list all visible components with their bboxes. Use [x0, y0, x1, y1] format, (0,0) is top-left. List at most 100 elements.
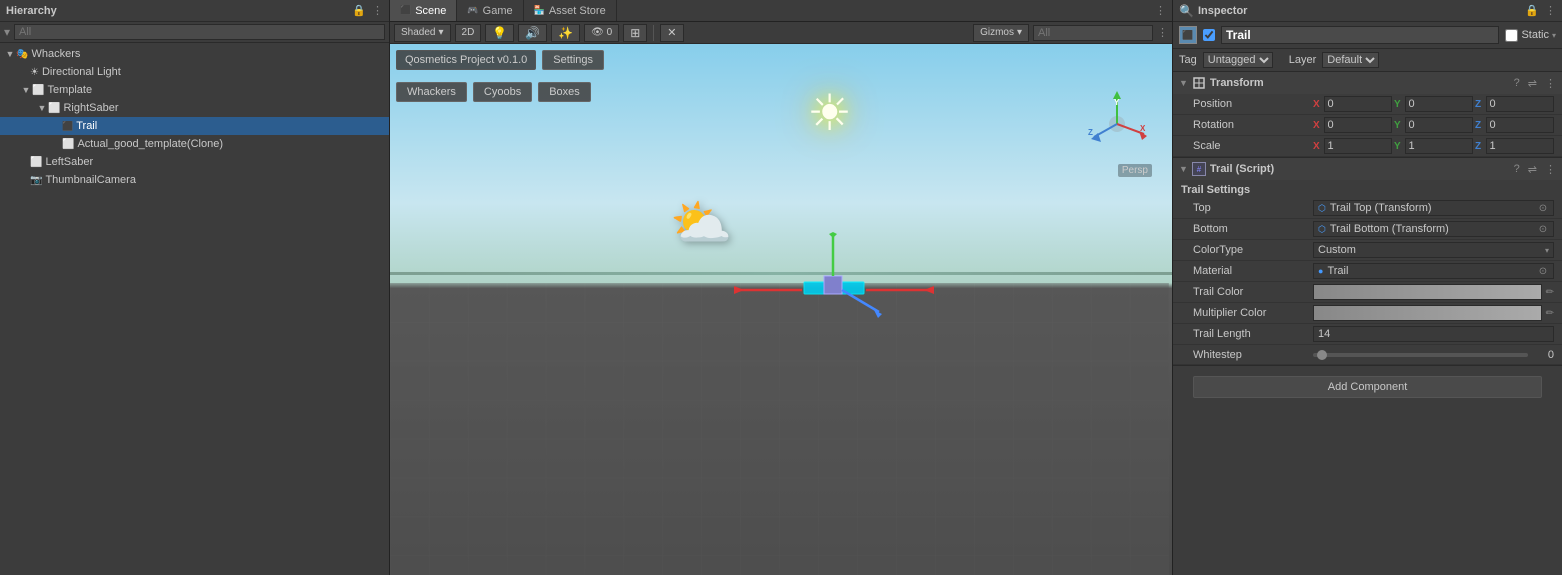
scene-viewport[interactable]: Qosmetics Project v0.1.0 Settings Whacke… — [390, 44, 1172, 575]
whitestep-value-text: 0 — [1534, 349, 1554, 361]
whitestep-slider-thumb[interactable] — [1317, 350, 1327, 360]
gizmos-arrow: ▾ — [1017, 27, 1022, 38]
hierarchy-search-input[interactable] — [14, 24, 385, 40]
static-checkbox[interactable] — [1505, 29, 1518, 42]
trail-script-component: ▼ # Trail (Script) ? ⇌ ⋮ Trail Settings … — [1173, 158, 1562, 366]
trail-script-edit-icon[interactable]: ⇌ — [1528, 163, 1537, 176]
settings-btn[interactable]: Settings — [542, 50, 604, 70]
gameobject-active-checkbox[interactable] — [1203, 29, 1215, 41]
scene-more-icon[interactable]: ⋮ — [1157, 26, 1168, 39]
gizmos-label: Gizmos — [980, 27, 1014, 38]
bottom-row: Bottom ⬡ Trail Bottom (Transform) ⊙ — [1173, 219, 1562, 240]
hierarchy-item-whackers[interactable]: ▼ 🎭 Whackers — [0, 45, 389, 63]
hierarchy-item-actual-good-template[interactable]: ⬜ Actual_good_template(Clone) — [0, 135, 389, 153]
hierarchy-panel: Hierarchy 🔒 ⋮ ▾ ▼ 🎭 Whackers ☀ Direction… — [0, 0, 390, 575]
trail-script-icon: # — [1192, 162, 1206, 176]
hierarchy-item-directional-light[interactable]: ☀ Directional Light — [0, 63, 389, 81]
rotation-z-input[interactable] — [1486, 117, 1554, 133]
multiplier-color-picker-btn[interactable]: ✏ — [1546, 308, 1554, 319]
twod-toggle[interactable]: 2D — [455, 24, 482, 42]
color-type-dropdown[interactable]: Custom ▾ — [1313, 242, 1554, 258]
transform-actions: ? ⇌ ⋮ — [1514, 77, 1556, 90]
multiplier-color-swatch[interactable] — [1313, 305, 1542, 321]
grid-toggle-btn[interactable]: ⊞ — [623, 24, 647, 42]
game-tab-icon: 🎮 — [467, 5, 478, 16]
transform-edit-icon[interactable]: ⇌ — [1528, 77, 1537, 90]
position-y-input[interactable] — [1405, 96, 1473, 112]
static-arrow[interactable]: ▾ — [1552, 31, 1556, 40]
tab-game[interactable]: 🎮 Game — [457, 0, 523, 21]
position-z-input[interactable] — [1486, 96, 1554, 112]
cyoobs-btn[interactable]: Cyoobs — [473, 82, 532, 102]
icon-template: ⬜ — [32, 85, 44, 96]
bottom-ref-pick-btn[interactable]: ⊙ — [1537, 224, 1549, 235]
rotation-x-input[interactable] — [1324, 117, 1392, 133]
bottom-object-ref[interactable]: ⬡ Trail Bottom (Transform) ⊙ — [1313, 221, 1554, 237]
color-type-text: Custom — [1318, 244, 1545, 256]
move-tool-btn[interactable]: ✕ — [660, 24, 683, 42]
top-object-ref[interactable]: ⬡ Trail Top (Transform) ⊙ — [1313, 200, 1554, 216]
transform-help-icon[interactable]: ? — [1514, 77, 1520, 90]
top-label: Top — [1193, 202, 1313, 214]
gizmos-dropdown[interactable]: Gizmos ▾ — [973, 24, 1029, 42]
light-toggle-btn[interactable]: 💡 — [485, 24, 514, 42]
trail-color-swatch[interactable] — [1313, 284, 1542, 300]
inspector-title-row: ⬛ Static ▾ — [1173, 22, 1562, 49]
gameobject-name-input[interactable] — [1221, 26, 1499, 44]
tag-select[interactable]: Untagged — [1203, 52, 1273, 68]
top-ref-pick-btn[interactable]: ⊙ — [1537, 203, 1549, 214]
scale-z-input[interactable] — [1486, 138, 1554, 154]
scene-overlay-buttons: Whackers Cyoobs Boxes — [396, 82, 591, 102]
trail-color-picker-btn[interactable]: ✏ — [1546, 287, 1554, 298]
scale-y-input[interactable] — [1405, 138, 1473, 154]
trail-length-input[interactable] — [1313, 326, 1554, 342]
shading-dropdown[interactable]: Shaded ▾ — [394, 24, 451, 42]
material-ref-pick-btn[interactable]: ⊙ — [1537, 266, 1549, 277]
whackers-btn[interactable]: Whackers — [396, 82, 467, 102]
inspector-lock-icon[interactable]: 🔒 — [1525, 4, 1539, 17]
z-label-pos: Z — [1475, 99, 1484, 110]
scale-x-input[interactable] — [1324, 138, 1392, 154]
top-row: Top ⬡ Trail Top (Transform) ⊙ — [1173, 198, 1562, 219]
transform-more-icon[interactable]: ⋮ — [1545, 77, 1556, 90]
trail-script-more-icon[interactable]: ⋮ — [1545, 163, 1556, 176]
hierarchy-item-left-saber[interactable]: ⬜ LeftSaber — [0, 153, 389, 171]
inspector-title: Inspector — [1198, 5, 1525, 17]
material-object-ref[interactable]: ● Trail ⊙ — [1313, 263, 1554, 279]
icon-trail: ⬛ — [62, 121, 73, 132]
hierarchy-item-right-saber[interactable]: ▼ ⬜ RightSaber — [0, 99, 389, 117]
multiplier-color-field: ✏ — [1313, 305, 1554, 321]
label-template: Template — [47, 84, 92, 96]
scene-search-input[interactable] — [1033, 25, 1153, 41]
tab-asset-store[interactable]: 🏪 Asset Store — [524, 0, 617, 21]
transform-header[interactable]: ▼ Transform ? ⇌ ⋮ — [1173, 72, 1562, 94]
lock-icon[interactable]: 🔒 — [352, 4, 366, 17]
whitestep-slider-track[interactable] — [1313, 353, 1528, 357]
audio-toggle-btn[interactable]: 🔊 — [518, 24, 547, 42]
tab-scene[interactable]: ⬛ Scene — [390, 0, 457, 21]
bottom-ref-text: Trail Bottom (Transform) — [1330, 223, 1533, 235]
top-value: ⬡ Trail Top (Transform) ⊙ — [1313, 200, 1554, 216]
hierarchy-item-thumbnail-camera[interactable]: 📷 ThumbnailCamera — [0, 171, 389, 189]
x-label-scale: X — [1313, 141, 1322, 152]
hierarchy-item-template[interactable]: ▼ ⬜ Template — [0, 81, 389, 99]
boxes-btn[interactable]: Boxes — [538, 82, 591, 102]
icon-left-saber: ⬜ — [30, 157, 42, 168]
label-left-saber: LeftSaber — [45, 156, 93, 168]
inspector-menu-icon[interactable]: ⋮ — [1545, 4, 1556, 17]
multiplier-color-row: Multiplier Color ✏ — [1173, 303, 1562, 324]
hidden-layers-btn[interactable]: 👁 0 — [584, 24, 619, 42]
trail-script-header[interactable]: ▼ # Trail (Script) ? ⇌ ⋮ — [1173, 158, 1562, 180]
position-x-input[interactable] — [1324, 96, 1392, 112]
menu-icon[interactable]: ⋮ — [372, 4, 383, 17]
rotation-y-input[interactable] — [1405, 117, 1473, 133]
trail-script-help-icon[interactable]: ? — [1514, 163, 1520, 176]
transform-title: Transform — [1210, 77, 1510, 89]
add-icon[interactable]: ▾ — [4, 25, 10, 39]
effects-toggle-btn[interactable]: ✨ — [551, 24, 580, 42]
add-component-button[interactable]: Add Component — [1193, 376, 1542, 398]
layer-select[interactable]: Default — [1322, 52, 1379, 68]
hierarchy-item-trail[interactable]: ⬛ Trail — [0, 117, 389, 135]
scene-tab-more-icon[interactable]: ⋮ — [1149, 4, 1172, 17]
material-ref-text: Trail — [1327, 265, 1533, 277]
